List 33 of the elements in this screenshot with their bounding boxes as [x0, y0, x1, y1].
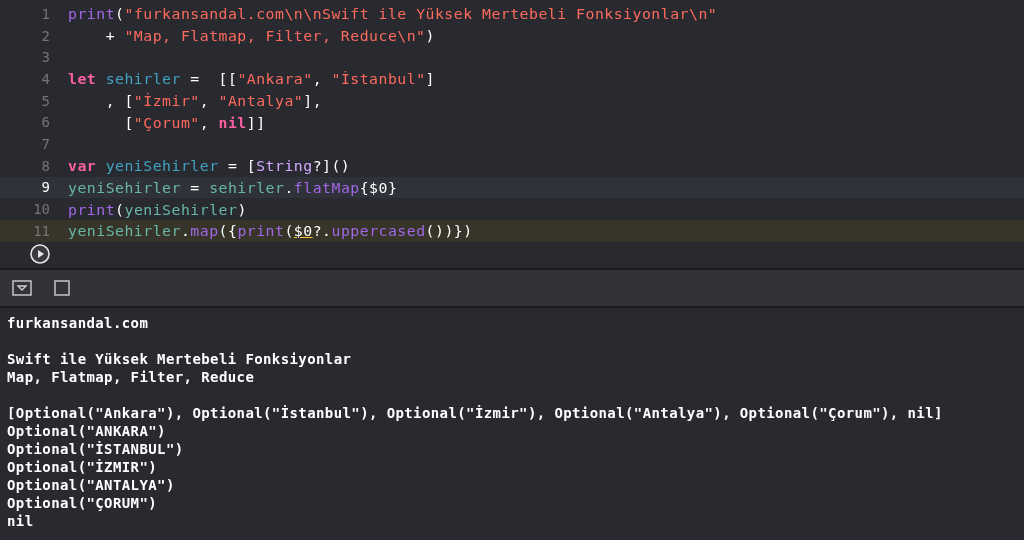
run-button[interactable] [30, 243, 50, 264]
output-line: Optional("ANTALYA") [7, 476, 176, 494]
code-line: yeniSehirler.map({print($0?.uppercased())}) [68, 222, 473, 240]
output-line: Optional("ÇORUM") [7, 494, 159, 512]
line-number: 8 [40, 157, 51, 174]
output-line: [Optional("Ankara"), Optional("İstanbul"), Optional("İzmir"), Optional("Antalya"), Optional("Çorum"), nil] [7, 404, 944, 422]
code-line: yeniSehirler = sehirler.flatMap{$0} [68, 178, 398, 196]
output-line: furkansandal.com [7, 314, 150, 332]
code-line: var yeniSehirler = [String?]() [68, 157, 351, 175]
output-line: Optional("ANKARA") [7, 422, 167, 440]
code-line: , ["İzmir", "Antalya"], [104, 92, 323, 110]
line-number: 4 [40, 70, 51, 87]
code-line: + "Map, Flatmap, Filter, Reduce\n") [104, 27, 435, 45]
line-number: 2 [40, 27, 51, 44]
output-line: Optional("İSTANBUL") [7, 440, 185, 458]
line-number: 3 [40, 49, 51, 66]
line-number: 5 [40, 92, 51, 109]
console-toggle-button[interactable] [54, 280, 70, 296]
line-number: 9 [40, 179, 51, 196]
output-line: nil [7, 512, 35, 530]
line-number: 1 [40, 5, 51, 22]
line-number: 11 [32, 222, 51, 239]
line-number: 7 [40, 135, 51, 152]
code-line: print(yeniSehirler) [68, 200, 247, 218]
output-line: Map, Flatmap, Filter, Reduce [7, 368, 256, 386]
line-number: 6 [40, 114, 51, 131]
hide-debug-area-button[interactable] [12, 280, 32, 296]
code-line: ["Çorum", nil]] [123, 113, 266, 131]
output-line: Optional("İZMIR") [7, 458, 159, 476]
output-line: Swift ile Yüksek Mertebeli Fonksiyonlar [7, 350, 353, 368]
line-number: 10 [32, 201, 51, 218]
code-line: let sehirler = [["Ankara", "İstanbul"] [68, 70, 435, 88]
code-line: print("furkansandal.com\n\nSwift ile Yüksek Mertebeli Fonksiyonlar\n" [68, 5, 718, 23]
